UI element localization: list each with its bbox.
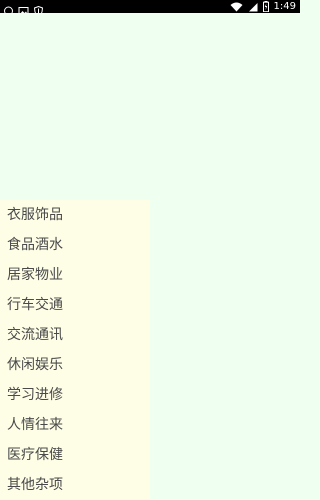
menu-item-clothing[interactable]: 衣服饰品 bbox=[0, 200, 150, 230]
whatsapp-icon bbox=[3, 1, 14, 16]
menu-item-food-drinks[interactable]: 食品酒水 bbox=[0, 230, 150, 260]
menu-item-medical[interactable]: 医疗保健 bbox=[0, 440, 150, 470]
image-icon bbox=[18, 1, 29, 15]
menu-item-misc[interactable]: 其他杂项 bbox=[0, 470, 150, 500]
menu-item-communication[interactable]: 交流通讯 bbox=[0, 320, 150, 350]
clock: 1:49 bbox=[273, 1, 296, 12]
menu-item-education[interactable]: 学习进修 bbox=[0, 380, 150, 410]
menu-item-transport[interactable]: 行车交通 bbox=[0, 290, 150, 320]
system-icons: 1:49 bbox=[230, 0, 296, 13]
status-bar: 1:49 bbox=[0, 0, 300, 17]
menu-item-home-property[interactable]: 居家物业 bbox=[0, 260, 150, 290]
menu-item-social[interactable]: 人情往来 bbox=[0, 410, 150, 440]
menu-item-leisure[interactable]: 休闲娱乐 bbox=[0, 350, 150, 380]
category-menu: 衣服饰品 食品酒水 居家物业 行车交通 交流通讯 休闲娱乐 学习进修 人情往来 … bbox=[0, 200, 150, 500]
notification-icons bbox=[3, 1, 44, 17]
shield-icon bbox=[33, 1, 44, 17]
